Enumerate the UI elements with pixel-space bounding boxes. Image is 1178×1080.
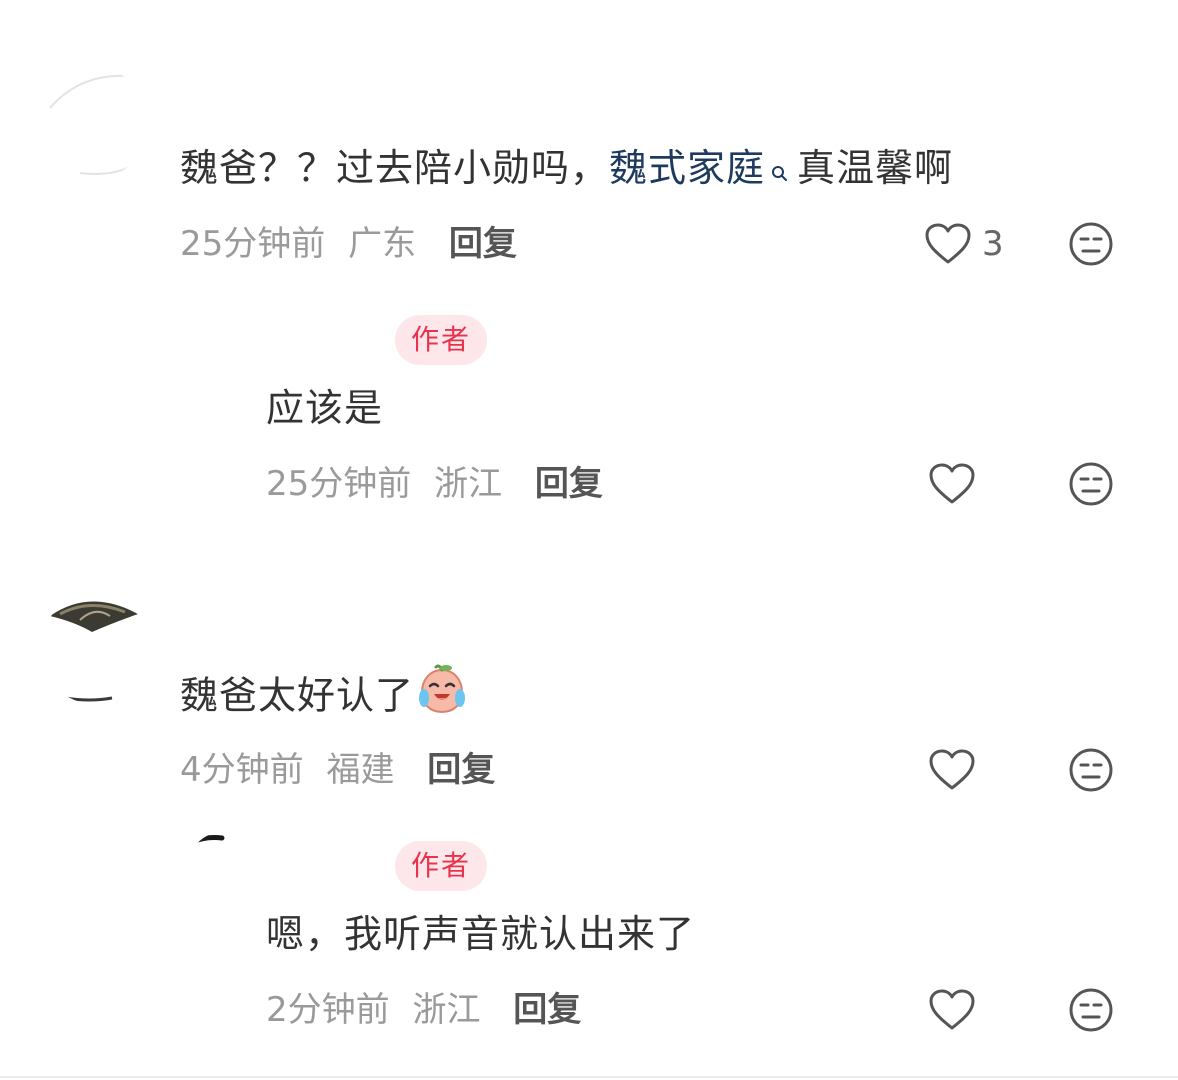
heart-outline-icon [929, 463, 975, 504]
comment-text: 魏爸太好认了 [180, 664, 468, 726]
reply-button[interactable]: 回复 [535, 464, 603, 504]
like-button[interactable] [928, 460, 976, 508]
dislike-button[interactable] [1068, 461, 1114, 507]
comment-text-main: 魏爸太好认了 [180, 673, 415, 718]
heart-outline-icon [925, 223, 971, 264]
dislike-button[interactable] [1068, 747, 1114, 793]
author-badge: 作者 [395, 315, 487, 365]
reply-meta: 2分钟前 浙江 回复 [266, 990, 581, 1030]
reply-meta: 25分钟前 浙江 回复 [266, 464, 603, 504]
like-button[interactable]: 3 [924, 220, 1004, 268]
heart-outline-icon [929, 989, 975, 1030]
commenter-avatar[interactable] [40, 594, 150, 704]
comment-location: 广东 [348, 224, 417, 264]
author-badge: 作者 [395, 841, 487, 891]
comment-meta: 4分钟前 福建 回复 [180, 750, 495, 790]
reply-button[interactable]: 回复 [513, 990, 581, 1030]
comment-text-after: 真温馨啊 [797, 146, 954, 190]
comment-location: 福建 [326, 750, 395, 790]
reply-text: 应该是 [266, 386, 384, 430]
reply-button[interactable]: 回复 [427, 750, 495, 790]
neutral-face-icon [1069, 462, 1113, 506]
dislike-button[interactable] [1068, 987, 1114, 1033]
neutral-face-icon [1069, 748, 1113, 792]
neutral-face-icon [1069, 988, 1113, 1032]
dislike-button[interactable] [1068, 221, 1114, 267]
comment-time: 4分钟前 [180, 750, 304, 790]
comment-time: 25分钟前 [180, 224, 326, 264]
reply-location: 浙江 [434, 464, 503, 504]
heart-outline-icon [929, 749, 975, 790]
topic-link[interactable]: 魏式家庭 [609, 146, 765, 190]
search-icon [771, 147, 789, 193]
like-button[interactable] [928, 746, 976, 794]
comment-meta: 25分钟前 广东 回复 [180, 224, 517, 264]
neutral-face-icon [1069, 222, 1113, 266]
reply-time: 25分钟前 [266, 464, 412, 504]
like-button[interactable] [928, 986, 976, 1034]
reply-button[interactable]: 回复 [449, 224, 517, 264]
commenter-avatar[interactable] [40, 68, 150, 178]
reply-avatar[interactable] [188, 832, 258, 902]
comment-text-before: 魏爸？？过去陪小勋吗， [180, 146, 610, 190]
reply-location: 浙江 [412, 990, 481, 1030]
divider [0, 1076, 1178, 1078]
reply-time: 2分钟前 [266, 990, 390, 1030]
comment-text: 魏爸？？过去陪小勋吗，魏式家庭 真温馨啊 [180, 145, 953, 193]
like-count: 3 [982, 224, 1004, 264]
reply-text: 嗯，我听声音就认出来了 [266, 912, 696, 956]
crying-laughing-emoji-icon [416, 664, 468, 726]
